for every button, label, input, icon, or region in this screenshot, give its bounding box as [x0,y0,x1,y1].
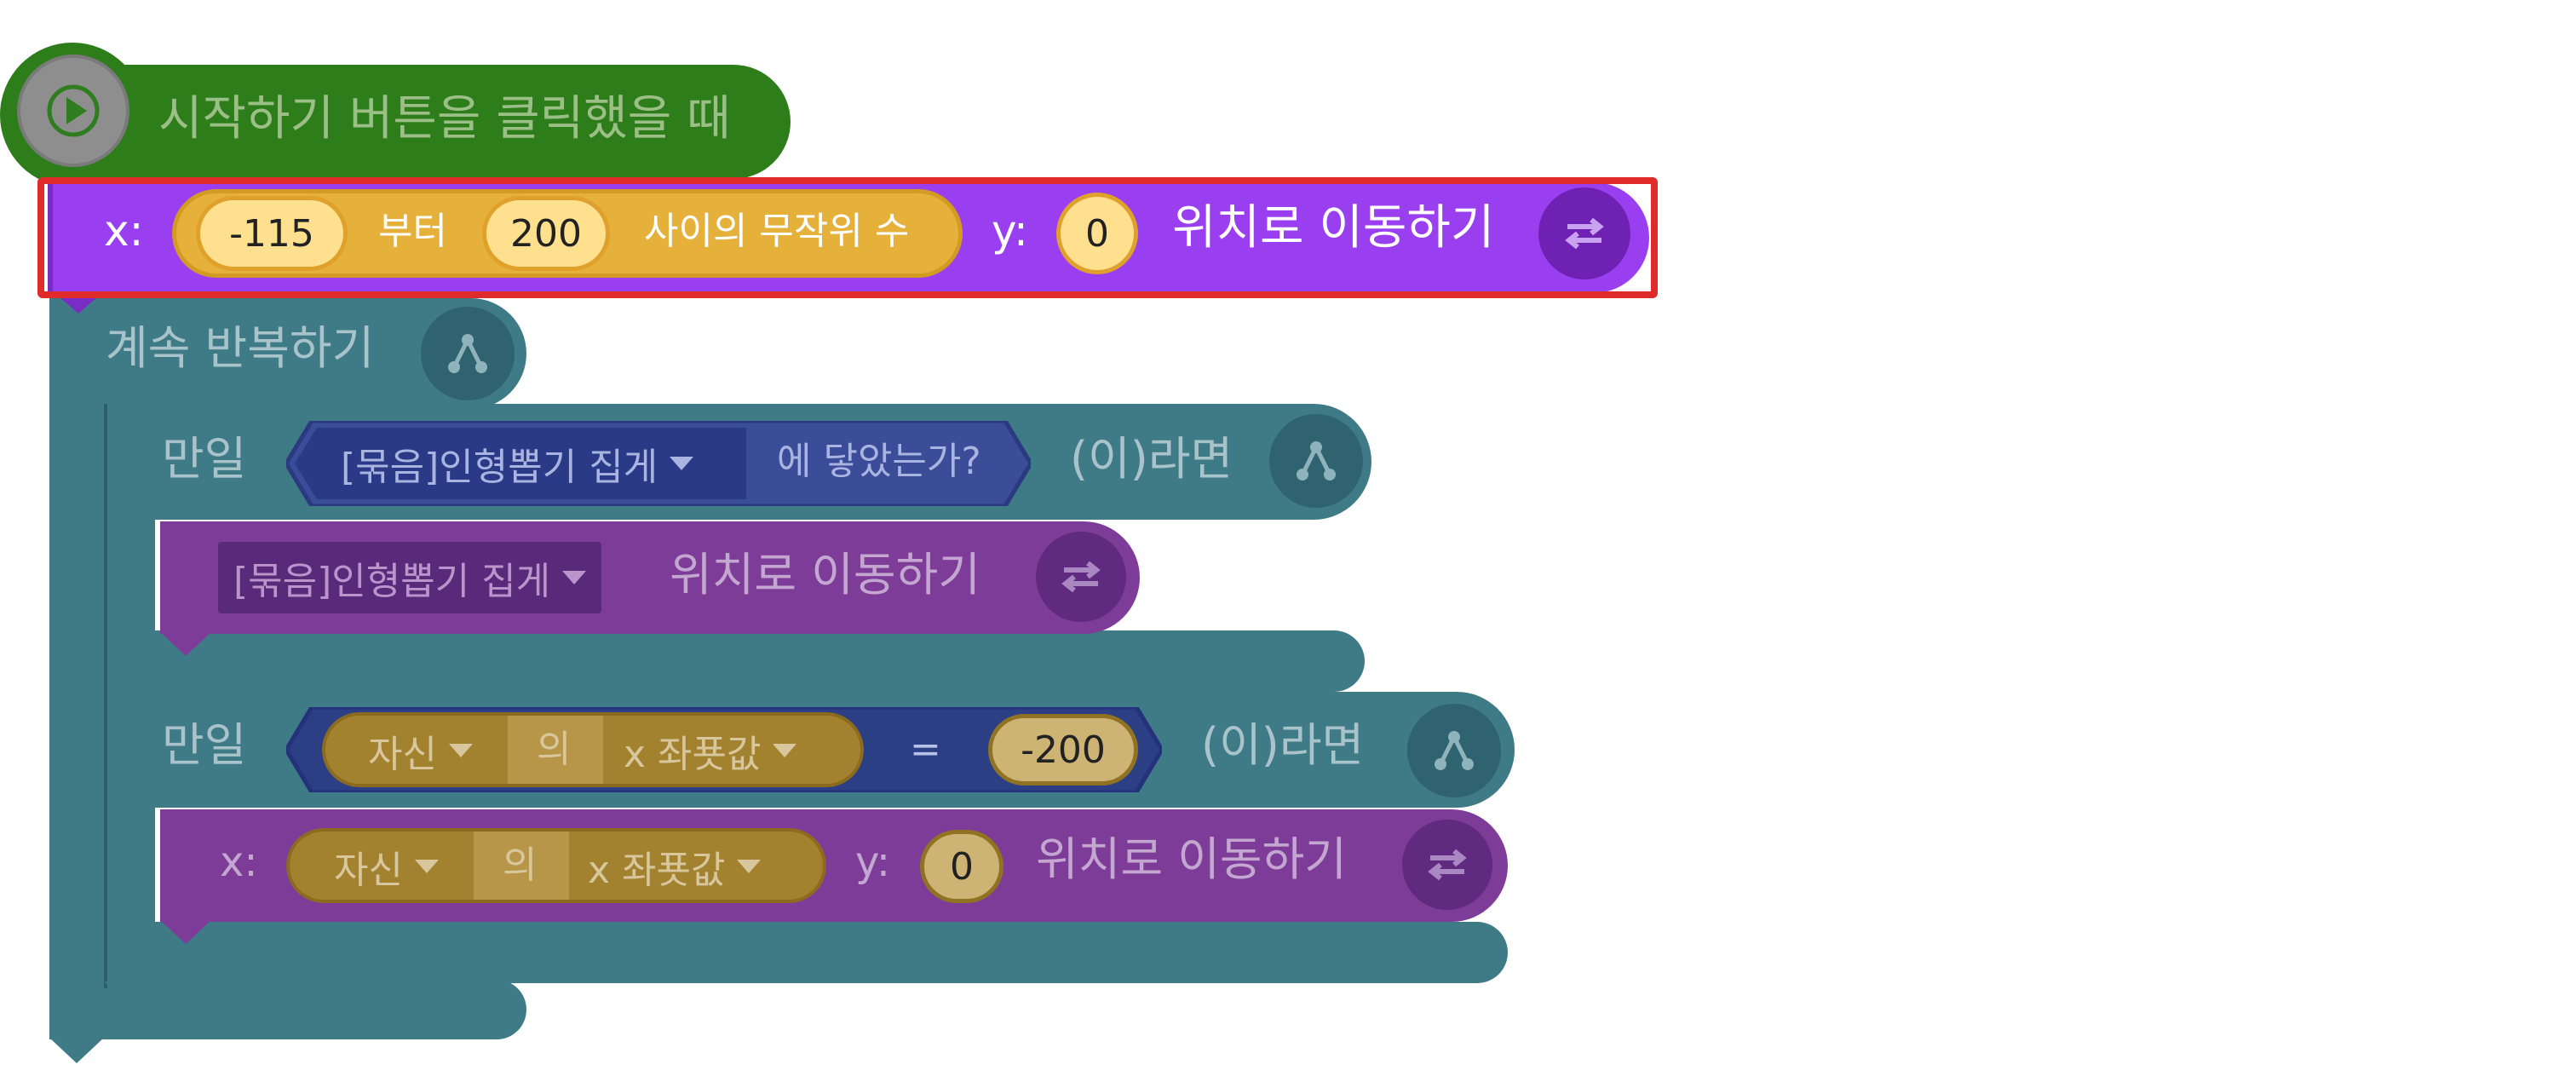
x-label: x: [220,838,258,886]
of-label: 의 [537,728,572,771]
swap-arrows-icon [1036,532,1126,622]
target-dropdown-label: [묶음]인형뽑기 집게 [233,560,551,603]
y-label: y: [855,838,891,886]
branch-icon [1269,414,1363,508]
equals-operator: = [910,728,941,771]
object-dropdown-label: 자신 [334,849,403,892]
object-dropdown[interactable]: 자신 [334,838,439,895]
target-dropdown[interactable]: [묶음]인형뽑기 집게 [218,542,602,613]
move-action-label: 위치로 이동하기 [1036,832,1347,886]
chevron-down-icon [562,571,587,584]
if-block-2-notch [104,981,155,1004]
move-action-label: 위치로 이동하기 [670,548,980,601]
play-icon[interactable] [17,55,129,167]
then-label-1: (이)라면 [1070,432,1233,486]
selection-highlight [37,177,1658,298]
branch-icon [421,307,515,400]
touching-suffix: 에 닿았는가? [777,440,981,483]
forever-block-notch [49,1038,104,1063]
chevron-down-icon [737,860,762,873]
chevron-down-icon [414,860,439,873]
chevron-down-icon [448,744,473,757]
property-dropdown[interactable]: x 좌푯값 [588,838,762,895]
property-dropdown-label: x 좌푯값 [588,849,726,892]
start-label: 시작하기 버튼을 클릭했을 때 [158,91,731,147]
object-dropdown-label: 자신 [368,733,437,776]
branch-icon [1407,704,1501,797]
forever-label: 계속 반복하기 [106,321,375,375]
move-xy-block-notch [160,920,211,944]
chevron-down-icon [773,744,797,757]
object-dropdown[interactable]: 자신 [368,722,473,779]
y-value-input[interactable]: 0 [920,830,1003,903]
chevron-down-icon [670,457,694,470]
swap-arrows-icon [1402,820,1492,910]
of-label: 의 [503,843,538,887]
target-dropdown[interactable]: [묶음]인형뽑기 집게 [341,433,694,494]
forever-block-body [49,375,104,1022]
compare-value-input[interactable]: -200 [988,714,1138,786]
if-label-2: 만일 [162,718,247,772]
then-label-2: (이)라면 [1201,718,1365,772]
property-dropdown-label: x 좌푯값 [624,733,762,776]
move-to-object-block-notch [160,632,211,656]
target-dropdown-label: [묶음]인형뽑기 집게 [341,446,658,489]
if-label-1: 만일 [162,432,247,486]
if-block-1-foot [104,630,1365,692]
property-dropdown[interactable]: x 좌푯값 [624,722,797,779]
if-block-2-foot [104,922,1508,983]
